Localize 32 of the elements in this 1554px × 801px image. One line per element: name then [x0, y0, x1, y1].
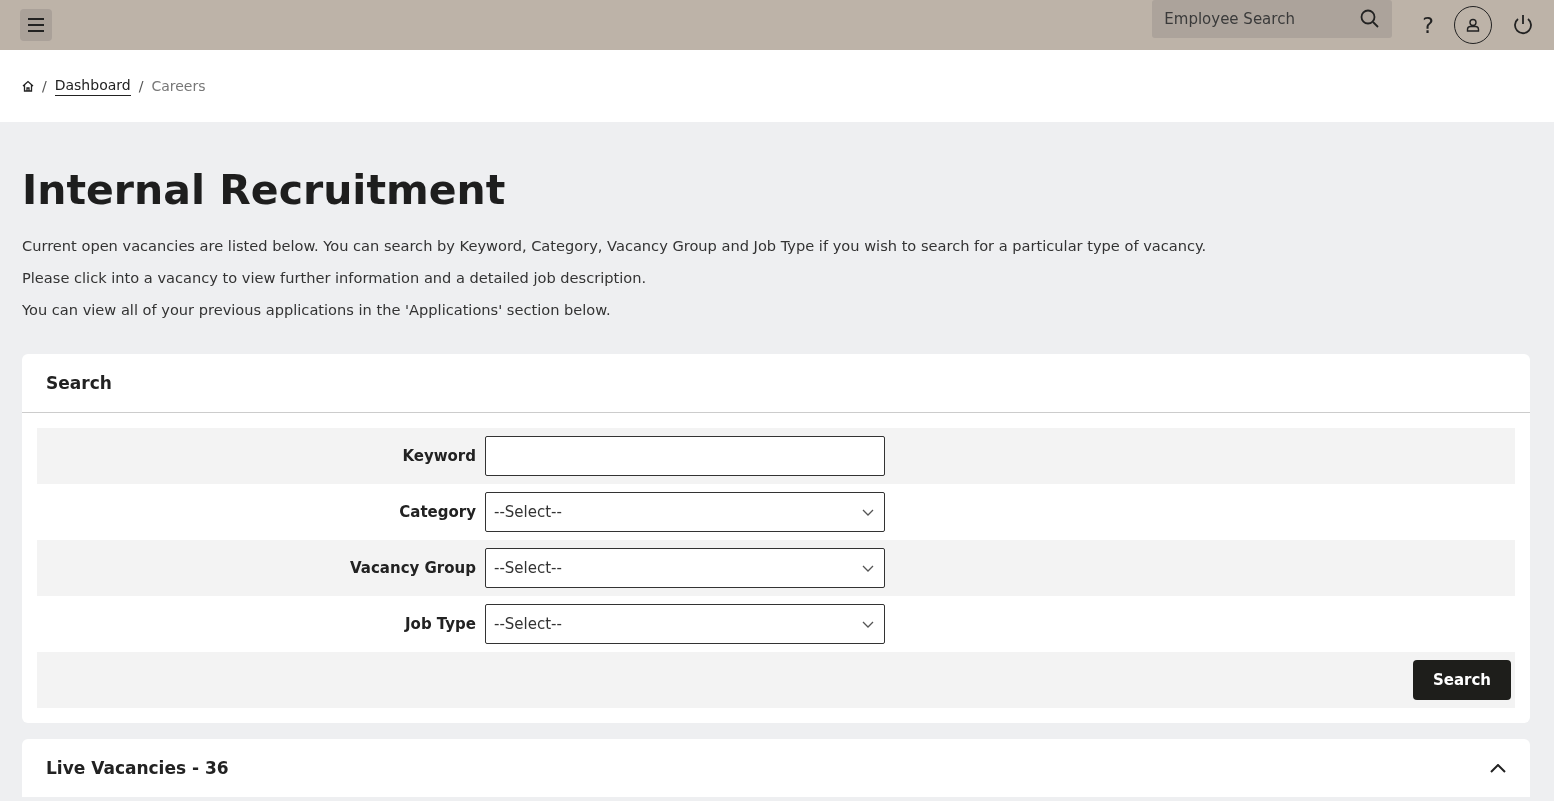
intro-text: Please click into a vacancy to view further information and a detailed job description.	[22, 268, 648, 288]
chevron-down-icon	[862, 508, 874, 516]
menu-icon	[27, 18, 45, 32]
select-dropdown[interactable]: --Select--	[485, 604, 885, 644]
power-icon	[1512, 14, 1534, 36]
home-icon[interactable]	[22, 80, 34, 92]
field-label: Job Type	[403, 615, 477, 633]
search-button[interactable]: Search	[1412, 660, 1511, 700]
select-dropdown[interactable]: --Select--	[485, 492, 885, 532]
breadcrumb-separator: /	[138, 78, 144, 94]
menu-button[interactable]	[20, 9, 52, 41]
chevron-up-icon[interactable]	[1490, 763, 1506, 773]
power-button[interactable]	[1512, 14, 1534, 36]
breadcrumb-current: Careers	[151, 78, 206, 94]
page-title: Internal Recruitment	[22, 166, 507, 214]
field-label: Keyword	[401, 447, 477, 465]
employee-search-field[interactable]: Employee Search	[1152, 0, 1393, 38]
keyword-input[interactable]	[485, 436, 885, 476]
help-button[interactable]: ?	[1422, 12, 1434, 38]
breadcrumb-link[interactable]: Dashboard	[54, 76, 131, 96]
breadcrumb-separator: /	[42, 78, 47, 94]
card-title: Search	[46, 373, 112, 393]
field-label: Category	[398, 503, 477, 521]
user-icon	[1466, 18, 1480, 32]
intro-text: Current open vacancies are listed below. You can search by Keyword, Category, Vacancy Group and Job Type if you wish to search for a particular type of vacancy.	[22, 236, 1208, 256]
intro-text: You can view all of your previous applications in the 'Applications' section below.	[22, 300, 612, 320]
card-title: Live Vacancies - 36	[46, 758, 229, 778]
chevron-down-icon	[862, 564, 874, 572]
field-label: Vacancy Group	[349, 559, 477, 577]
select-dropdown[interactable]: --Select--	[485, 548, 885, 588]
search-icon	[1360, 9, 1381, 29]
chevron-down-icon	[862, 620, 874, 628]
